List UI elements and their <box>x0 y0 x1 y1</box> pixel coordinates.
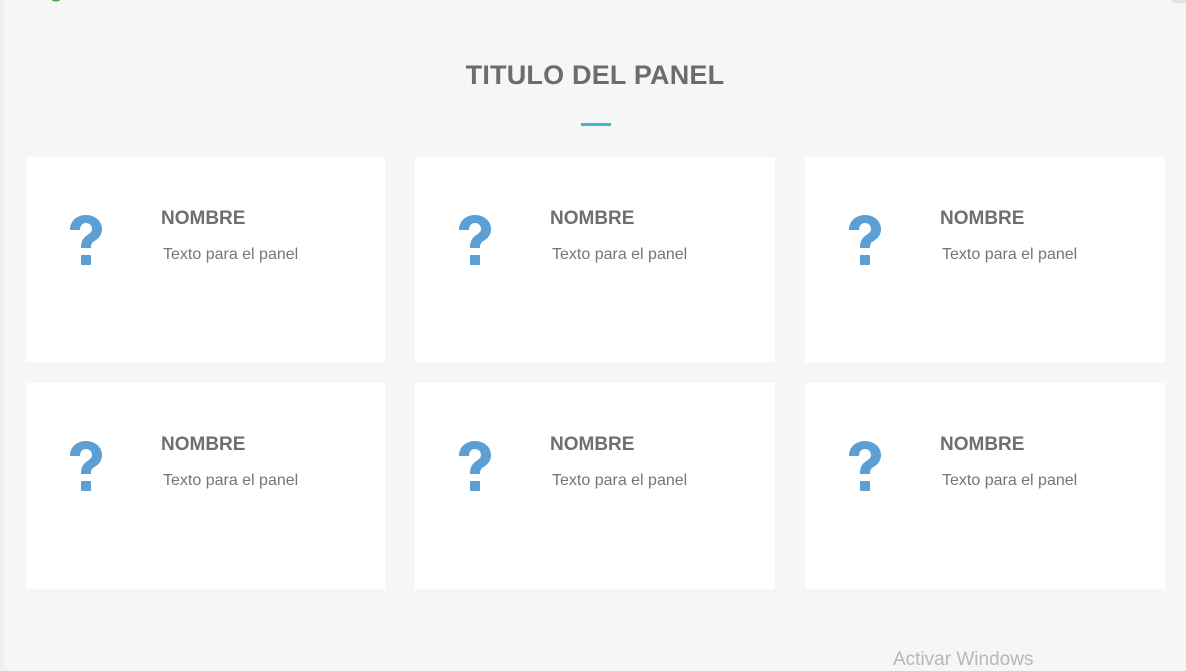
question-mark-icon <box>70 215 102 265</box>
panel-card: NOMBRE Texto para el panel <box>415 157 775 362</box>
card-name: NOMBRE <box>550 208 635 229</box>
panel-card: NOMBRE Texto para el panel <box>26 383 385 589</box>
question-mark-icon <box>459 215 491 265</box>
cards-grid: NOMBRE Texto para el panel NOMBRE Texto … <box>26 157 1166 589</box>
question-mark-icon <box>70 441 102 491</box>
question-mark-icon <box>459 441 491 491</box>
card-name: NOMBRE <box>940 434 1025 455</box>
card-name: NOMBRE <box>161 434 246 455</box>
panel-card: NOMBRE Texto para el panel <box>415 383 775 589</box>
card-text: Texto para el panel <box>163 472 299 489</box>
panel-card: NOMBRE Texto para el panel <box>805 157 1165 362</box>
panel-card: NOMBRE Texto para el panel <box>805 383 1165 589</box>
panel-section: TITULO DEL PANEL NOMBRE Texto para el pa… <box>0 0 1186 670</box>
card-text: Texto para el panel <box>552 472 688 489</box>
card-text: Texto para el panel <box>942 472 1078 489</box>
card-name: NOMBRE <box>161 208 246 229</box>
question-mark-icon <box>849 215 881 265</box>
question-mark-icon <box>849 441 881 491</box>
card-name: NOMBRE <box>550 434 635 455</box>
title-underline <box>581 123 611 126</box>
windows-activation-watermark: Activar Windows <box>893 649 1034 670</box>
card-name: NOMBRE <box>940 208 1025 229</box>
panel-card: NOMBRE Texto para el panel <box>26 157 385 362</box>
card-text: Texto para el panel <box>942 246 1078 263</box>
card-text: Texto para el panel <box>552 246 688 263</box>
page-title: TITULO DEL PANEL <box>465 60 725 90</box>
card-text: Texto para el panel <box>163 246 299 263</box>
